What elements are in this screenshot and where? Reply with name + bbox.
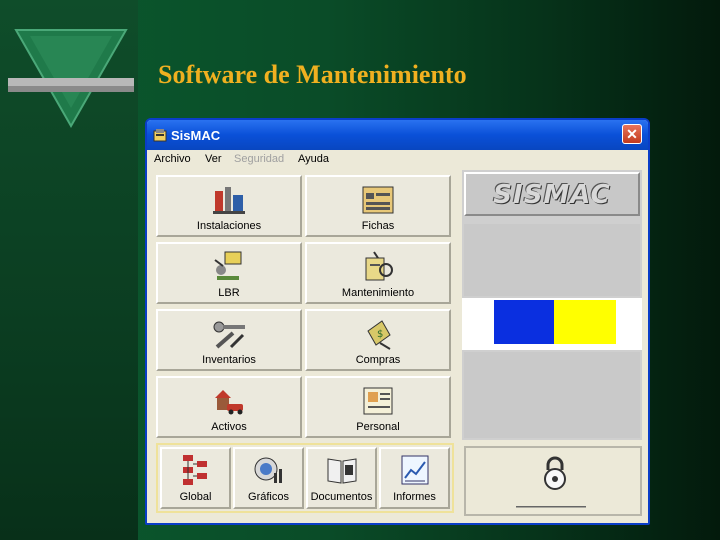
security-lock-button[interactable] xyxy=(464,446,642,516)
module-label: Fichas xyxy=(361,220,395,232)
color-strip xyxy=(462,298,642,350)
lock-caption-line xyxy=(516,506,586,508)
charts-icon xyxy=(254,457,282,483)
menu-ver[interactable]: Ver xyxy=(205,153,222,165)
padlock-icon xyxy=(544,456,566,490)
module-instalaciones-button[interactable]: Instalaciones xyxy=(156,175,302,237)
menu-bar: Archivo Ver Seguridad Ayuda xyxy=(147,150,648,170)
module-personal-button[interactable]: Personal xyxy=(305,376,451,438)
cards-icon xyxy=(362,186,394,214)
module-label: Mantenimiento xyxy=(341,287,415,299)
preview-area-bottom xyxy=(464,352,640,438)
book-icon xyxy=(327,458,356,484)
module-activos-button[interactable]: Activos xyxy=(156,376,302,438)
org-chart-icon xyxy=(182,455,207,485)
tools-icon xyxy=(213,321,245,349)
quick-button-label: Informes xyxy=(393,491,436,503)
module-fichas-button[interactable]: Fichas xyxy=(305,175,451,237)
graficos-button[interactable]: Gráficos xyxy=(233,447,304,509)
module-mantenimiento-button[interactable]: Mantenimiento xyxy=(305,242,451,304)
module-label: Personal xyxy=(356,421,400,433)
menu-seguridad[interactable]: Seguridad xyxy=(234,153,284,165)
sismac-window: SisMAC ✕ Archivo Ver Seguridad Ayuda Ins… xyxy=(145,118,650,525)
app-icon xyxy=(153,129,167,142)
svg-text:$: $ xyxy=(377,329,383,340)
preview-area-top xyxy=(464,224,640,296)
menu-archivo[interactable]: Archivo xyxy=(154,153,191,165)
blue-block xyxy=(494,300,554,344)
quick-button-label: Documentos xyxy=(310,491,373,503)
sismac-logo: SISMAC xyxy=(464,172,640,216)
module-label: Inventarios xyxy=(202,354,256,366)
menu-ayuda[interactable]: Ayuda xyxy=(298,153,329,165)
module-inventarios-button[interactable]: Inventarios xyxy=(156,309,302,371)
lbr-icon xyxy=(214,251,242,280)
maintenance-icon xyxy=(365,251,393,281)
right-panel: SISMAC xyxy=(462,170,642,440)
module-label: Instalaciones xyxy=(196,220,262,232)
module-label: LBR xyxy=(218,287,240,299)
module-label: Compras xyxy=(355,354,401,366)
triangle-logo-icon xyxy=(8,29,134,129)
yellow-block xyxy=(554,300,616,344)
personnel-icon xyxy=(363,387,393,415)
quick-button-label: Gráficos xyxy=(248,491,289,503)
window-titlebar[interactable]: SisMAC ✕ xyxy=(147,120,648,150)
window-title: SisMAC xyxy=(171,128,221,143)
report-icon xyxy=(401,455,428,485)
slide-title: Software de Mantenimiento xyxy=(158,60,467,89)
logo-text: SISMAC xyxy=(493,180,611,210)
close-button[interactable]: ✕ xyxy=(622,124,642,144)
installations-icon xyxy=(213,187,245,214)
informes-button[interactable]: Informes xyxy=(379,447,450,509)
quick-button-label: Global xyxy=(179,491,212,503)
module-compras-button[interactable]: $ Compras xyxy=(305,309,451,371)
purchases-icon: $ xyxy=(367,320,391,350)
module-label: Activos xyxy=(211,421,247,433)
assets-icon xyxy=(215,390,243,415)
documentos-button[interactable]: Documentos xyxy=(306,447,377,509)
global-button[interactable]: Global xyxy=(160,447,231,509)
module-lbr-button[interactable]: LBR xyxy=(156,242,302,304)
quick-buttons-panel: Global Gráficos Documentos Informes xyxy=(156,443,454,513)
